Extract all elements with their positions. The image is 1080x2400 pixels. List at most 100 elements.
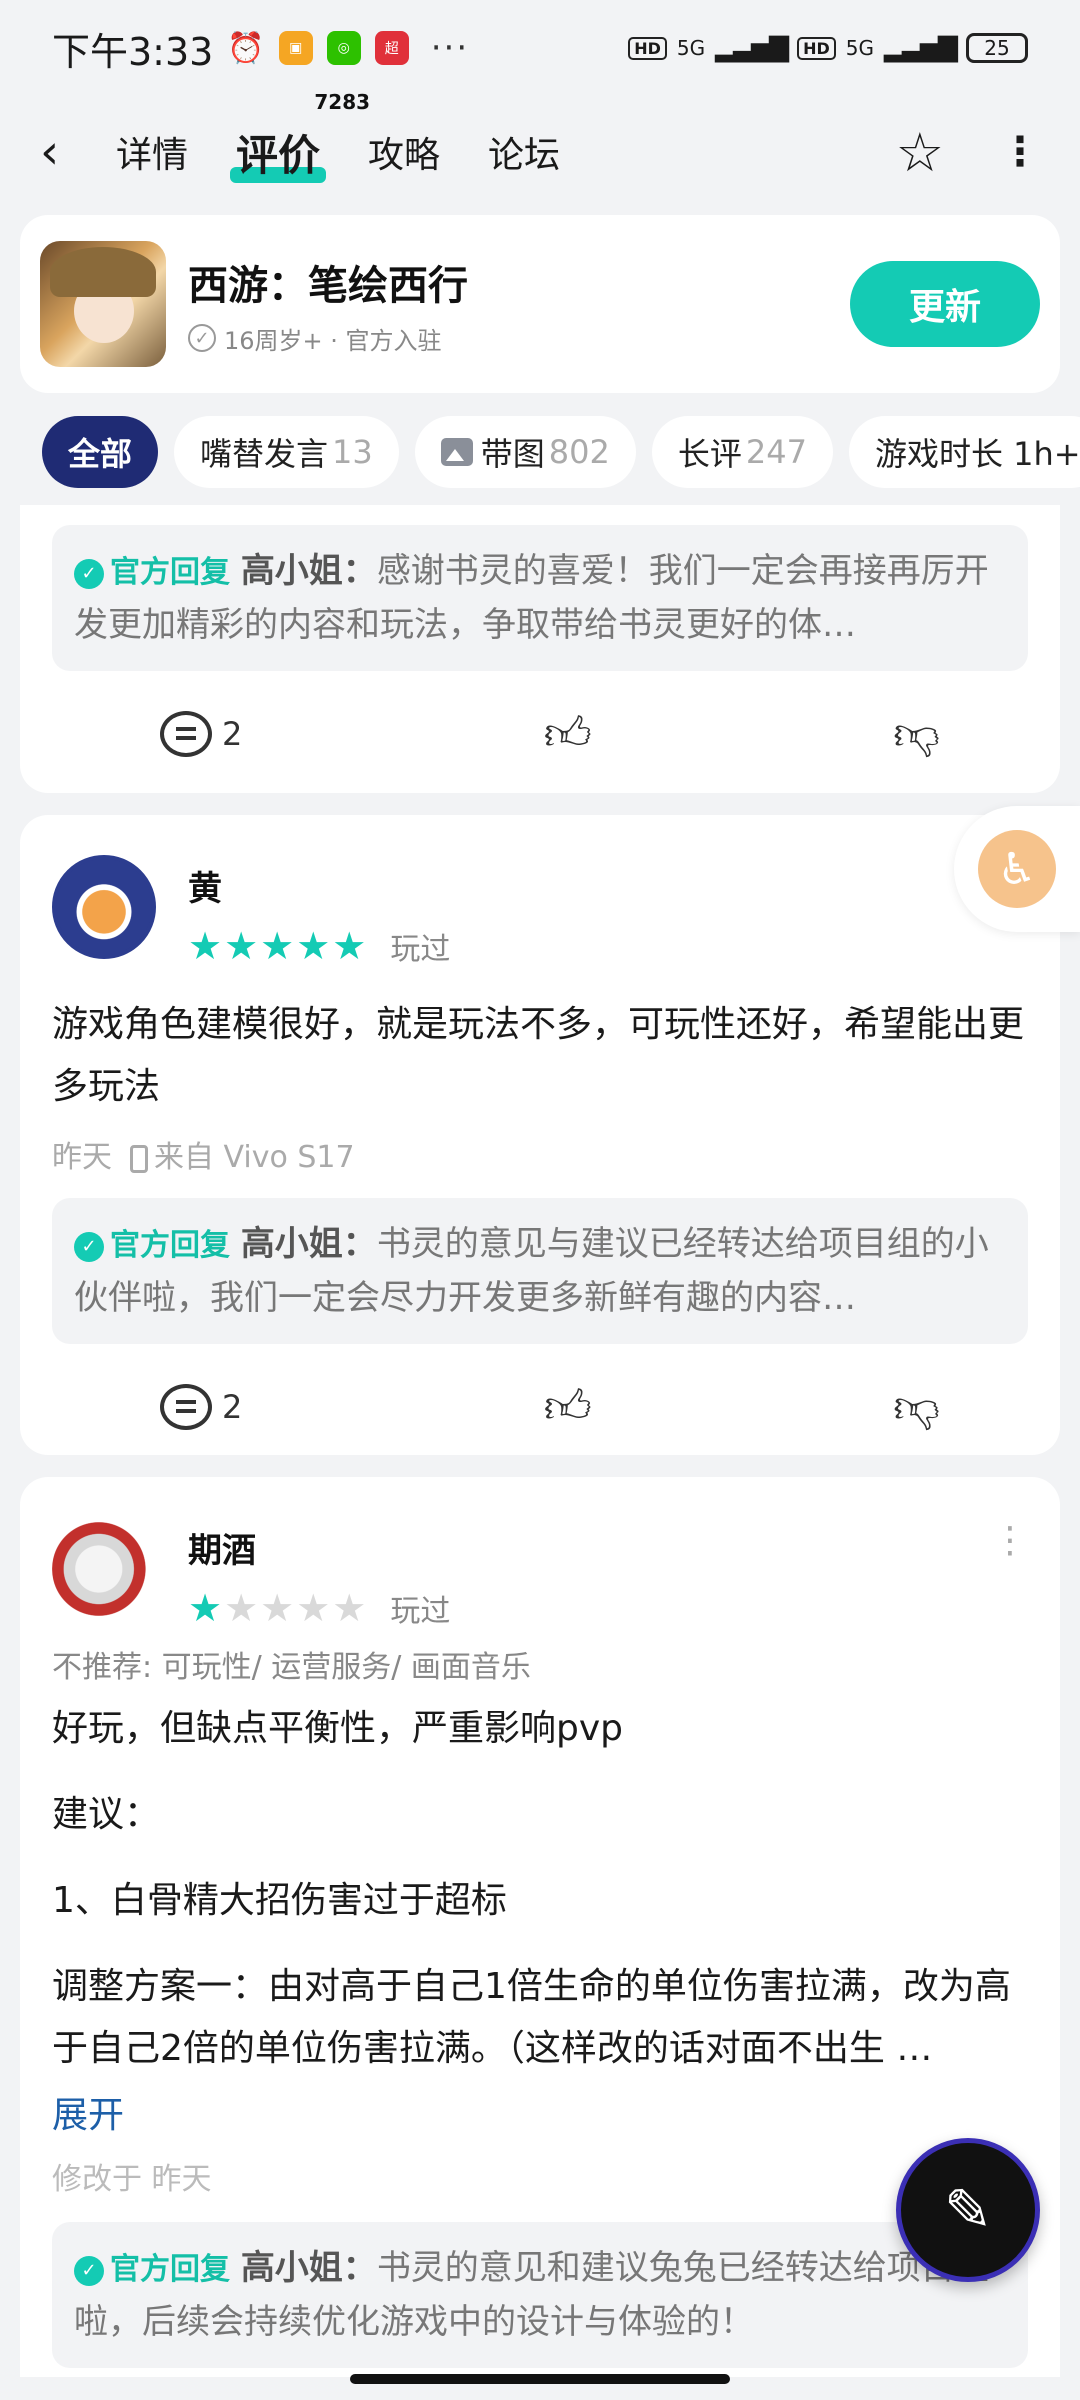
comment-icon [160, 711, 212, 757]
home-indicator[interactable] [350, 2374, 730, 2384]
user-block: 黄 ★★★★★ 玩过 [188, 855, 450, 968]
favorite-star-icon[interactable]: ☆ [896, 121, 944, 184]
filter-chip-playtime[interactable]: 游戏时长 1h+ [848, 416, 1080, 488]
thumbs-down-icon: 👎︎ [893, 706, 940, 760]
thumbs-up-icon: 👍︎ [543, 706, 592, 760]
review-count-badge: 7283 [314, 89, 371, 114]
rating-row: ★★★★★ 玩过 [188, 924, 450, 968]
review-actions: 2 👍︎ 👎︎ [20, 1344, 1060, 1470]
official-reply-tag: ✓ 官方回复 [74, 2252, 230, 2287]
status-right: HD 5G ▂▃▅▇ HD 5G ▂▃▅▇ 25 [628, 33, 1028, 63]
review-text[interactable]: 游戏角色建模很好，就是玩法不多，可玩性还好，希望能出更多玩法 [20, 994, 1060, 1118]
tab-guides[interactable]: 攻略 [368, 126, 440, 178]
filter-chip-with-images[interactable]: 带图 802 [414, 416, 636, 488]
official-reply-tag: ✓ 官方回复 [74, 555, 230, 590]
tab-details[interactable]: 详情 [116, 126, 188, 178]
official-reply[interactable]: ✓ 官方回复 高小姐：感谢书灵的喜爱！我们一定会再接再厉开发更加精彩的内容和玩法，… [52, 525, 1028, 671]
signal-bars-icon: ▂▃▅▇ [715, 33, 789, 63]
accessibility-float-button[interactable]: ♿︎ [954, 806, 1080, 932]
filter-chip-label: 游戏时长 1h+ [874, 435, 1080, 473]
wechat-icon: ◎ [326, 31, 361, 65]
not-recommend-tags: 不推荐: 可玩性/ 运营服务/ 画面音乐 [52, 1650, 531, 1685]
hd-badge: HD [797, 36, 836, 60]
like-button[interactable]: 👍︎ [544, 1379, 592, 1435]
filter-chip-all[interactable]: 全部 [42, 416, 159, 488]
signal-bars-icon: ▂▃▅▇ [884, 33, 958, 63]
thumbs-down-icon: 👎︎ [893, 1379, 940, 1433]
verified-check-icon: ✓ [188, 324, 216, 352]
review-header: 期酒 ★★★★★ 玩过 ⋮ [20, 1477, 1060, 1630]
dislike-button[interactable]: 👎︎ [893, 1379, 940, 1435]
back-icon[interactable]: ‹ [40, 124, 100, 180]
official-reply-tag: ✓ 官方回复 [74, 1228, 230, 1263]
tab-reviews[interactable]: 评价 7283 [230, 90, 370, 183]
comment-icon [160, 1384, 212, 1430]
played-label: 玩过 [390, 1594, 451, 1629]
filter-chip-quotes[interactable]: 嘴替发言 13 [174, 416, 399, 488]
phone-icon [130, 1144, 148, 1173]
device-label: 来自 Vivo S17 [154, 1140, 355, 1175]
comment-button[interactable]: 2 [160, 711, 242, 757]
signal-label: 5G [845, 36, 875, 60]
comment-count: 2 [222, 715, 243, 753]
avatar[interactable] [52, 1517, 156, 1621]
reply-author: 高小姐： [240, 551, 377, 591]
review-actions: 2 👍︎ 👎︎ [20, 671, 1060, 797]
reply-tag-label: 官方回复 [110, 555, 230, 590]
expand-link[interactable]: 展开 [20, 2080, 1060, 2138]
official-reply[interactable]: ✓ 官方回复 高小姐：书灵的意见和建议兔兔已经转达给项目组啦，后续会持续优化游戏中… [52, 2222, 1028, 2368]
review-card: ✓ 官方回复 高小姐：感谢书灵的喜爱！我们一定会再接再厉开发更加精彩的内容和玩法，… [20, 505, 1060, 793]
review-paragraph[interactable]: 好玩，但缺点平衡性，严重影响pvp [20, 1698, 1060, 1760]
check-badge-icon: ✓ [74, 1231, 104, 1262]
tab-reviews-label: 评价 [236, 130, 321, 180]
game-logo[interactable] [40, 241, 166, 367]
tab-bar: 详情 评价 7283 攻略 论坛 [116, 90, 560, 183]
filter-chips: 全部 嘴替发言 13 带图 802 长评 247 游戏时长 1h+ [42, 416, 1080, 488]
more-notifications-icon: ··· [430, 28, 470, 68]
review-paragraph[interactable]: 调整方案一：由对高于自己1倍生命的单位伤害拉满，改为高于自己2倍的单位伤害拉满。… [20, 1956, 1060, 2080]
filter-chip-count: 247 [745, 433, 807, 471]
filter-chip-long-reviews[interactable]: 长评 247 [651, 416, 833, 488]
filter-chip-label: 全部 [68, 435, 133, 473]
update-button[interactable]: 更新 [850, 261, 1040, 347]
reply-author: 高小姐： [240, 1224, 377, 1264]
filter-chip-count: 802 [548, 433, 610, 471]
review-card: 黄 ★★★★★ 玩过 游戏角色建模很好，就是玩法不多，可玩性还好，希望能出更多玩… [20, 815, 1060, 1455]
review-date: 昨天 [52, 1140, 112, 1175]
write-review-button[interactable]: ✎ [896, 2138, 1040, 2282]
username[interactable]: 期酒 [188, 1523, 450, 1572]
filter-chip-label: 长评 [677, 435, 742, 473]
username[interactable]: 黄 [188, 861, 450, 910]
filter-chip-count: 13 [332, 433, 373, 471]
dislike-button[interactable]: 👎︎ [893, 706, 940, 762]
more-vertical-icon[interactable]: ⋮ [992, 1523, 1028, 1559]
official-reply[interactable]: ✓ 官方回复 高小姐：书灵的意见与建议已经转达给项目组的小伙伴啦，我们一定会尽力开… [52, 1198, 1028, 1344]
more-vertical-icon[interactable]: ⋮ [1000, 129, 1040, 175]
nav-actions: ☆ ⋮ [896, 121, 1040, 184]
avatar[interactable] [52, 855, 156, 959]
tab-forum[interactable]: 论坛 [488, 126, 560, 178]
comment-button[interactable]: 2 [160, 1384, 242, 1430]
signal-label: 5G [676, 36, 706, 60]
battery-indicator: 25 [966, 33, 1028, 63]
accessibility-icon: ♿︎ [978, 830, 1056, 908]
reply-tag-label: 官方回复 [110, 2252, 230, 2287]
game-meta-text: 16周岁+ · 官方入驻 [224, 326, 442, 355]
top-nav: ‹ 详情 评价 7283 攻略 论坛 ☆ ⋮ [0, 90, 1080, 208]
game-meta: ✓ 16周岁+ · 官方入驻 [188, 321, 468, 356]
review-paragraph[interactable]: 建议： [20, 1784, 1060, 1846]
check-badge-icon: ✓ [74, 558, 104, 589]
hd-badge: HD [628, 36, 667, 60]
played-label: 玩过 [390, 932, 451, 967]
review-header: 黄 ★★★★★ 玩过 [20, 815, 1060, 968]
review-meta: 昨天 来自 Vivo S17 [20, 1118, 1060, 1198]
status-app-icons: ⏰ ▣ ◎ 超 ··· [227, 28, 469, 68]
star-rating: ★★★★★ [188, 1586, 369, 1630]
filter-chip-label: 嘴替发言 [200, 435, 329, 473]
game-info: 西游：笔绘西行 ✓ 16周岁+ · 官方入驻 [188, 253, 468, 356]
review-paragraph[interactable]: 1、白骨精大招伤害过于超标 [20, 1870, 1060, 1932]
like-button[interactable]: 👍︎ [544, 706, 592, 762]
comment-count: 2 [222, 1388, 243, 1426]
app-orange-icon: ▣ [278, 31, 313, 65]
pen-icon: ✎ [943, 2176, 993, 2244]
